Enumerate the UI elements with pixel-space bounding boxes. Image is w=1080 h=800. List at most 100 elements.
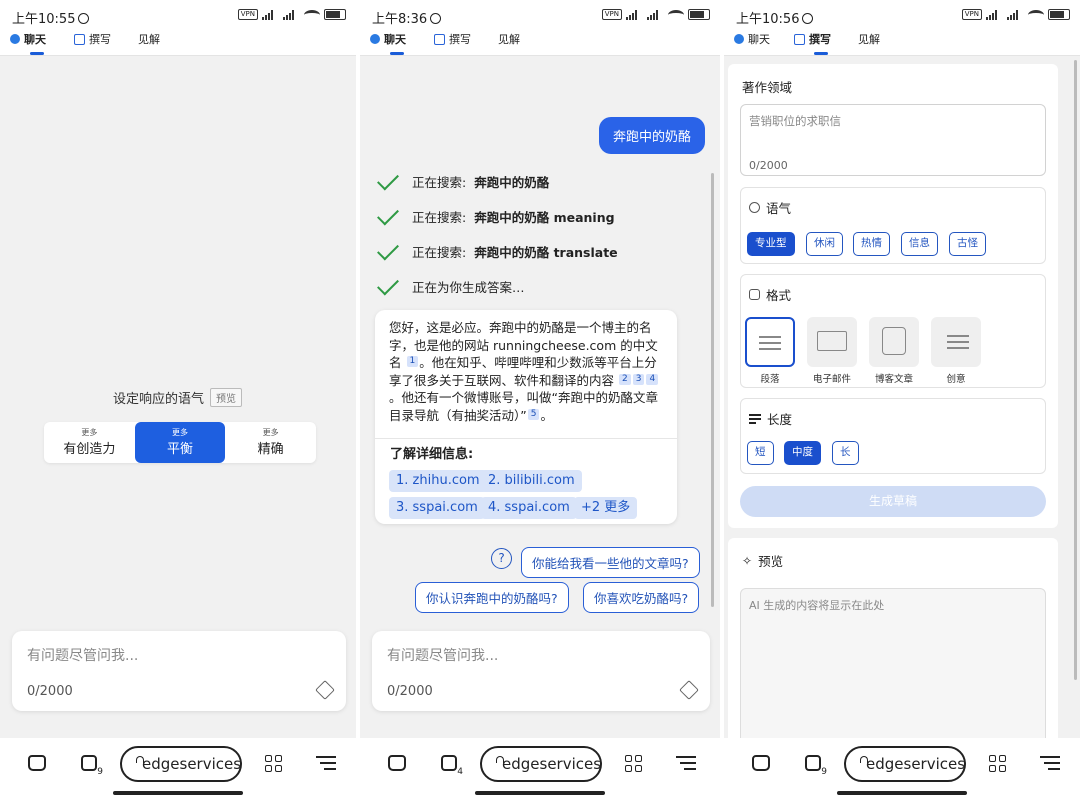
domain-field[interactable]: 营销职位的求职信 0/2000 — [740, 104, 1046, 176]
suggestion-chip[interactable]: 你能给我看一些他的文章吗? — [521, 547, 700, 578]
tab-insights[interactable]: 见解 — [498, 31, 520, 47]
vpn-icon: VPN — [601, 9, 622, 20]
tab-insights[interactable]: 见解 — [858, 31, 880, 47]
tone-balanced[interactable]: 更多 平衡 — [134, 422, 226, 463]
domain-counter: 0/2000 — [749, 159, 788, 172]
status-icons: VPN — [961, 9, 1070, 20]
preview-placeholder: AI 生成的内容将显示在此处 — [749, 599, 885, 612]
tab-insights[interactable]: 见解 — [138, 31, 160, 47]
menu-button[interactable] — [313, 750, 339, 776]
help-icon[interactable]: ? — [491, 548, 512, 569]
tone-icon — [749, 202, 760, 213]
format-blog[interactable] — [869, 317, 919, 367]
home-icon — [752, 755, 770, 771]
chat-input-box[interactable]: 有问题尽管问我... 0/2000 — [12, 631, 346, 711]
format-label: 博客文章 — [874, 374, 913, 385]
menu-icon — [1040, 752, 1060, 774]
generate-draft-button[interactable]: 生成草稿 — [740, 486, 1046, 517]
more-sources-link[interactable]: +2 更多 — [574, 497, 638, 519]
address-bar[interactable]: edgeservices — [480, 746, 602, 782]
tone-chip-casual[interactable]: 休闲 — [806, 232, 843, 256]
signal-icon — [626, 9, 643, 20]
pin-icon[interactable] — [679, 680, 699, 700]
apps-button[interactable] — [620, 750, 646, 776]
apps-button[interactable] — [260, 750, 286, 776]
alarm-icon — [430, 13, 442, 24]
chat-input[interactable]: 有问题尽管问我... — [27, 645, 138, 665]
grid-icon — [264, 754, 282, 772]
grid-icon — [988, 754, 1006, 772]
compose-icon — [74, 33, 85, 45]
citation[interactable]: 3 — [632, 373, 645, 385]
check-icon — [377, 273, 399, 296]
domain-input[interactable]: 营销职位的求职信 — [749, 113, 841, 129]
tabs-button[interactable]: 4 — [436, 750, 463, 777]
browser-toolbar: 9 edgeservices — [724, 738, 1080, 800]
scrollbar[interactable] — [1074, 60, 1077, 680]
chat-input-box[interactable]: 有问题尽管问我... 0/2000 — [372, 631, 710, 711]
tab-compose[interactable]: 撰写 — [794, 31, 831, 55]
compose-icon — [794, 33, 805, 45]
pin-icon[interactable] — [315, 680, 335, 700]
compose-form: 著作领域 营销职位的求职信 0/2000 语气 专业型 休闲 热情 信息 古怪 … — [724, 56, 1080, 758]
chat-input[interactable]: 有问题尽管问我... — [387, 645, 498, 665]
preview-heading: ✧ 预览 — [742, 553, 784, 570]
suggestion-chip[interactable]: 你喜欢吃奶酪吗? — [583, 582, 700, 613]
tone-chip-enthusiastic[interactable]: 热情 — [853, 232, 890, 256]
format-label: 创意 — [946, 374, 966, 385]
status-bar: 上午8:36 VPN — [360, 0, 720, 30]
tabs-button[interactable]: 9 — [76, 750, 103, 777]
citation[interactable]: 2 — [619, 373, 631, 385]
tone-chip-funny[interactable]: 古怪 — [949, 232, 986, 256]
answer-text: 您好，这是必应。奔跑中的奶酪是一个博主的名字，也是他的网站 runningche… — [389, 320, 659, 423]
citation[interactable]: 4 — [646, 373, 659, 385]
length-chip-long[interactable]: 长 — [832, 441, 859, 465]
apps-button[interactable] — [984, 750, 1010, 776]
format-email[interactable] — [807, 317, 857, 367]
source-link[interactable]: 2. bilibili.com — [481, 470, 582, 492]
tone-precise[interactable]: 更多 精确 — [225, 422, 316, 463]
source-link[interactable]: 4. sspai.com — [481, 497, 577, 519]
search-step: 正在搜索: 奔跑中的奶酪 translate — [376, 238, 618, 261]
menu-button[interactable] — [1037, 750, 1063, 776]
signal-icon — [1007, 9, 1024, 20]
source-link[interactable]: 3. sspai.com — [389, 497, 485, 519]
format-label: 段落 — [760, 374, 780, 385]
address-bar[interactable]: edgeservices — [844, 746, 966, 782]
battery-icon — [688, 9, 710, 20]
browser-toolbar: 9 edgeservices — [0, 738, 356, 800]
address-bar[interactable]: edgeservices — [120, 746, 242, 782]
citation[interactable]: 5 — [527, 408, 540, 420]
scrollbar[interactable] — [711, 173, 714, 607]
tab-chat[interactable]: 聊天 — [734, 31, 770, 47]
learn-more-heading: 了解详细信息: — [390, 447, 474, 462]
tab-chat[interactable]: 聊天 — [370, 31, 406, 55]
length-chip-short[interactable]: 短 — [747, 441, 774, 465]
preview-card: ✧ 预览 AI 生成的内容将显示在此处 — [728, 538, 1058, 758]
tab-chat[interactable]: 聊天 — [10, 31, 46, 55]
wifi-icon — [1028, 9, 1044, 20]
home-button[interactable] — [384, 750, 410, 776]
signal-icon — [262, 9, 279, 20]
alarm-icon — [78, 13, 90, 24]
signal-icon — [283, 9, 300, 20]
home-button[interactable] — [748, 750, 774, 776]
tone-chip-informational[interactable]: 信息 — [901, 232, 938, 256]
menu-button[interactable] — [673, 750, 699, 776]
format-paragraph[interactable] — [745, 317, 795, 367]
citation[interactable]: 1 — [406, 356, 419, 367]
vpn-icon: VPN — [961, 9, 982, 20]
home-button[interactable] — [24, 750, 50, 776]
tab-compose[interactable]: 撰写 — [434, 31, 471, 47]
tone-creative[interactable]: 更多 有创造力 — [44, 422, 135, 463]
source-link[interactable]: 1. zhihu.com — [389, 470, 487, 492]
tone-chip-professional[interactable]: 专业型 — [747, 232, 795, 256]
tabs-button[interactable]: 9 — [800, 750, 827, 777]
length-chip-medium[interactable]: 中度 — [784, 441, 821, 465]
suggestion-chip[interactable]: 你认识奔跑中的奶酪吗? — [415, 582, 569, 613]
format-label: 电子邮件 — [812, 374, 851, 385]
format-creative[interactable] — [931, 317, 981, 367]
tab-compose[interactable]: 撰写 — [74, 31, 111, 47]
battery-icon — [1048, 9, 1070, 20]
compose-icon — [434, 33, 445, 45]
